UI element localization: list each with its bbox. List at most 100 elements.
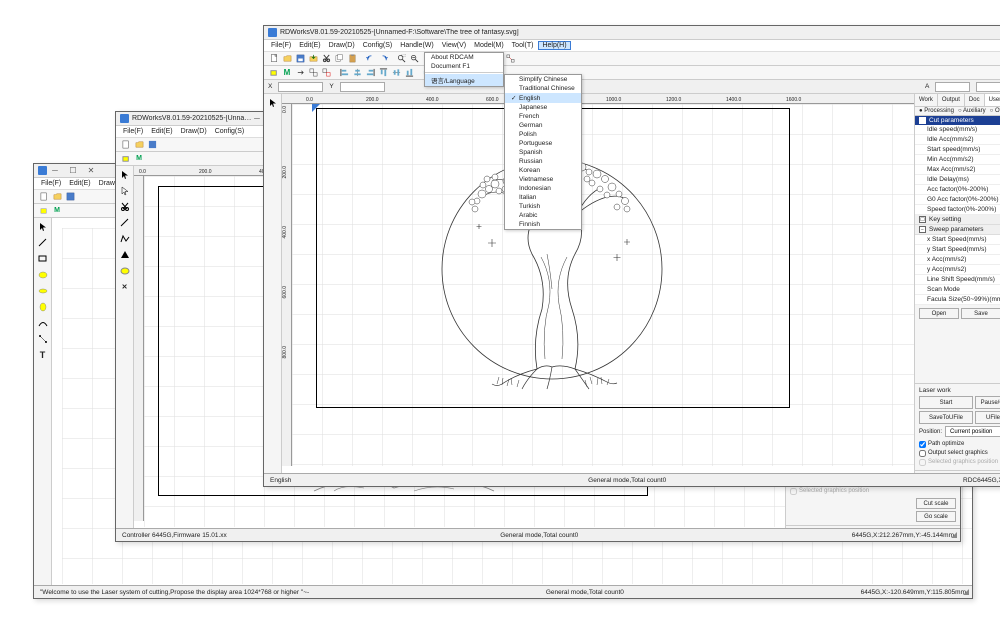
lang-item[interactable]: German [505, 121, 581, 130]
tool-m-green[interactable]: M [281, 67, 293, 79]
align-right[interactable] [364, 67, 376, 79]
tab-user[interactable]: User [985, 94, 1000, 106]
param-row[interactable]: Idle Acc(mm/s2)3000.000 [915, 135, 1000, 145]
tool-rect-icon[interactable] [120, 153, 132, 165]
param-row[interactable]: x Acc(mm/s2)10000.000 [915, 255, 1000, 265]
min-button[interactable]: ─ [50, 166, 60, 175]
tool-triangle[interactable] [118, 248, 132, 262]
param-row[interactable]: G0 Acc factor(0%-200%)100 [915, 195, 1000, 205]
toolbar-paste[interactable] [346, 53, 358, 65]
tool-select[interactable] [36, 220, 50, 234]
toolbar-save[interactable] [294, 53, 306, 65]
tool-polygon[interactable] [36, 300, 50, 314]
menu-document[interactable]: Document F1 [425, 62, 503, 71]
menu-about[interactable]: About RDCAM [425, 53, 503, 62]
menu-edit[interactable]: Edit(E) [296, 42, 323, 49]
canvas[interactable] [292, 104, 914, 466]
btn-start[interactable]: Start [919, 396, 973, 409]
toolbar-zoom-region[interactable] [395, 53, 407, 65]
align-top[interactable] [377, 67, 389, 79]
toolbar-new[interactable] [268, 53, 280, 65]
param-row[interactable]: Max Acc(mm/s2)3000.000 [915, 165, 1000, 175]
param-row[interactable]: y Acc(mm/s2)3000.000 [915, 265, 1000, 275]
menu-file[interactable]: File(F) [268, 42, 294, 49]
go-scale-btn[interactable]: Go scale [916, 511, 956, 522]
param-row[interactable]: Facula Size(50~99%)(mm)98.000 [915, 295, 1000, 305]
tool-ungroup[interactable] [320, 67, 332, 79]
btn-save[interactable]: Save [961, 308, 1000, 319]
toolbar-cut[interactable] [320, 53, 332, 65]
lang-item[interactable]: Turkish [505, 202, 581, 211]
param-row[interactable]: Scan ModeCommon Mode [915, 285, 1000, 295]
menu-edit[interactable]: Edit(E) [148, 128, 175, 135]
tool-rect[interactable] [36, 252, 50, 266]
subtab-processing[interactable]: ● Processing [919, 108, 954, 114]
cut-params-header[interactable]: Cut parameters [915, 116, 1000, 125]
input-b[interactable] [976, 82, 1000, 92]
key-setting-header[interactable]: ☐Key setting [915, 215, 1000, 225]
tab-work[interactable]: Work [915, 94, 938, 106]
input-x[interactable] [278, 82, 323, 92]
toolbar-open[interactable] [281, 53, 293, 65]
btn-ufileout[interactable]: UFileOutput [975, 411, 1000, 424]
param-row[interactable]: x Start Speed(mm/s)10.000 [915, 235, 1000, 245]
tool-m-icon[interactable]: M [133, 153, 145, 165]
tool-m-icon[interactable]: M [51, 205, 63, 217]
toolbar-new[interactable] [120, 139, 132, 151]
tool-text[interactable]: T [36, 348, 50, 362]
lang-item[interactable]: French [505, 112, 581, 121]
sweep-params-header[interactable]: −Sweep parameters [915, 225, 1000, 235]
tool-select[interactable] [118, 168, 132, 182]
param-row[interactable]: Idle speed(mm/s)200.000 [915, 125, 1000, 135]
canvas-main[interactable]: 0.0 200.0 400.0 600.0 800.0 1000.0 1200.… [282, 94, 914, 486]
lang-item[interactable]: Simplify Chinese [505, 75, 581, 84]
align-center-v[interactable] [390, 67, 402, 79]
close-button[interactable]: ✕ [86, 166, 96, 175]
toolbar-copy[interactable] [333, 53, 345, 65]
tool-group[interactable] [307, 67, 319, 79]
menu-language[interactable]: 语言/Language [425, 74, 503, 86]
align-center-h[interactable] [351, 67, 363, 79]
btn-pause[interactable]: Pause/Continue [975, 396, 1000, 409]
tool-ellipse2[interactable] [36, 284, 50, 298]
tool-node[interactable] [36, 332, 50, 346]
param-row[interactable]: Acc factor(0%-200%)100 [915, 185, 1000, 195]
tool-line[interactable] [36, 236, 50, 250]
menu-tool[interactable]: Tool(T) [509, 42, 537, 49]
subtab-auxiliary[interactable]: ○ Auxiliary [958, 108, 986, 114]
param-row[interactable]: Min Acc(mm/s2)400.000 [915, 155, 1000, 165]
tool-polyline[interactable] [118, 232, 132, 246]
toolbar-undo[interactable] [364, 53, 376, 65]
tool-arrow[interactable] [294, 67, 306, 79]
param-row[interactable]: Speed factor(0%-200%)100 [915, 205, 1000, 215]
lang-item[interactable]: Indonesian [505, 184, 581, 193]
lang-item[interactable]: Japanese [505, 103, 581, 112]
tool-close-x[interactable]: ✕ [118, 280, 132, 294]
btn-open[interactable]: Open [919, 308, 959, 319]
tool-curve[interactable] [36, 316, 50, 330]
lang-item[interactable]: Polish [505, 130, 581, 139]
align-left[interactable] [338, 67, 350, 79]
toolbar-open[interactable] [51, 191, 63, 203]
param-row[interactable]: Idle Delay(ms)0.000 [915, 175, 1000, 185]
menu-file[interactable]: File(F) [120, 128, 146, 135]
lang-item[interactable]: Italian [505, 193, 581, 202]
toolbar-show-path[interactable] [504, 53, 516, 65]
tool-rect-icon[interactable] [38, 205, 50, 217]
menu-draw[interactable]: Draw(D) [178, 128, 210, 135]
tool-select[interactable] [266, 96, 280, 110]
tab-doc[interactable]: Doc [965, 94, 985, 106]
menu-draw[interactable]: Draw(D) [326, 42, 358, 49]
lang-item[interactable]: Arabic [505, 211, 581, 220]
tab-output[interactable]: Output [938, 94, 965, 106]
menu-view[interactable]: View(V) [439, 42, 469, 49]
tool-ellipse3[interactable] [118, 264, 132, 278]
param-row[interactable]: y Start Speed(mm/s)10.000 [915, 245, 1000, 255]
menu-config[interactable]: Config(S) [360, 42, 396, 49]
lang-item[interactable]: Traditional Chinese [505, 84, 581, 93]
lang-item[interactable]: Russian [505, 157, 581, 166]
max-button[interactable]: ☐ [68, 166, 78, 175]
lang-item[interactable]: Korean [505, 166, 581, 175]
lang-item[interactable]: Spanish [505, 148, 581, 157]
menu-model[interactable]: Model(M) [471, 42, 507, 49]
